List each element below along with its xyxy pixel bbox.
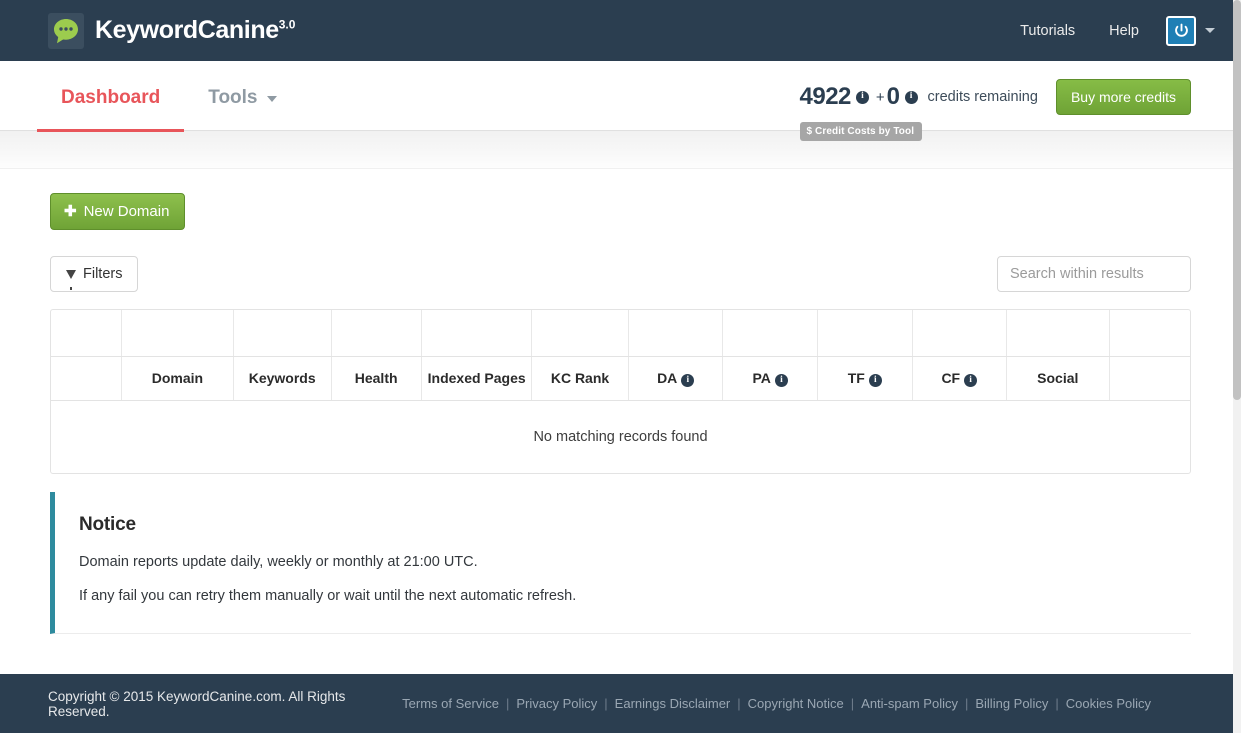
plus-icon: ✚ <box>64 203 77 220</box>
nav-link-help[interactable]: Help <box>1092 13 1156 49</box>
footer-separator: | <box>964 696 969 711</box>
footer-link-terms-of-service[interactable]: Terms of Service <box>402 696 499 711</box>
brand-version: 3.0 <box>278 17 296 32</box>
funnel-icon <box>66 269 76 290</box>
nav-link-tutorials[interactable]: Tutorials <box>1003 13 1092 49</box>
page-scrollbar-thumb[interactable] <box>1233 0 1241 400</box>
notice-line-2: If any fail you can retry them manually … <box>79 587 577 604</box>
footer-link-privacy-policy[interactable]: Privacy Policy <box>516 696 597 711</box>
brand-logo-link[interactable]: KeywordCanine3.0 <box>48 12 295 49</box>
filter-cell[interactable] <box>531 310 629 357</box>
footer-links: Terms of Service | Privacy Policy | Earn… <box>402 696 1221 711</box>
filter-cell[interactable] <box>1006 310 1110 357</box>
column-header-health[interactable]: Health <box>331 356 422 401</box>
column-header-select[interactable] <box>51 356 123 401</box>
no-records-message: No matching records found <box>533 428 708 445</box>
column-header-kc-rank[interactable]: KC Rank <box>531 356 629 401</box>
column-header-pa-label: PA <box>752 369 771 386</box>
filter-cell[interactable] <box>233 310 332 357</box>
filter-cell[interactable] <box>722 310 818 357</box>
info-circle-icon[interactable]: i <box>904 90 918 104</box>
footer-separator: | <box>737 696 741 711</box>
info-circle-icon[interactable]: i <box>774 373 788 387</box>
info-circle-icon[interactable]: i <box>868 373 882 387</box>
footer-link-copyright-notice[interactable]: Copyright Notice <box>748 696 844 711</box>
brand-name-text: KeywordCanine <box>95 16 279 44</box>
account-menu[interactable] <box>1166 15 1221 46</box>
column-header-tf[interactable]: TF i <box>817 356 913 401</box>
domains-table-container: Domain Keywords Health Indexed Pages KC … <box>50 309 1191 474</box>
credits-label: credits remaining <box>927 89 1038 105</box>
top-navigation: Tutorials Help <box>1003 13 1241 49</box>
credits-plus-sign: + <box>875 88 885 106</box>
filter-cell[interactable] <box>1109 310 1190 357</box>
tab-tools-label: Tools <box>208 87 258 108</box>
footer-link-anti-spam-policy[interactable]: Anti-spam Policy <box>861 696 958 711</box>
credits-amount: 4922 <box>799 83 852 110</box>
filter-cell[interactable] <box>331 310 422 357</box>
page-scrollbar-track[interactable] <box>1233 0 1241 733</box>
footer-separator: | <box>604 696 608 711</box>
footer-link-earnings-disclaimer[interactable]: Earnings Disclaimer <box>615 696 731 711</box>
column-header-domain[interactable]: Domain <box>121 356 234 401</box>
column-header-cf-label: CF <box>941 369 961 386</box>
secondary-nav-bar: Dashboard Tools 4922 i + 0 i credits rem… <box>0 61 1241 141</box>
filter-cell[interactable] <box>817 310 913 357</box>
filter-cell[interactable] <box>51 310 123 357</box>
credits-summary: 4922 i + 0 i credits remaining Buy more … <box>800 79 1191 115</box>
power-icon[interactable] <box>1166 15 1196 46</box>
new-domain-button[interactable]: ✚ New Domain <box>50 193 186 230</box>
main-navigation: Dashboard Tools <box>0 61 301 132</box>
table-toolbar: Filters <box>50 256 1191 292</box>
tab-tools[interactable]: Tools <box>184 88 300 131</box>
info-circle-icon[interactable]: i <box>855 90 869 104</box>
column-header-cf[interactable]: CF i <box>912 356 1008 401</box>
filter-cell[interactable] <box>628 310 724 357</box>
footer-link-cookies-policy[interactable]: Cookies Policy <box>1066 696 1151 711</box>
tab-dashboard-label: Dashboard <box>61 87 161 108</box>
table-empty-row: No matching records found <box>51 400 1190 473</box>
credits-panel: 4922 i + 0 i credits remaining Buy more … <box>799 61 1241 141</box>
domains-table: Domain Keywords Health Indexed Pages KC … <box>51 310 1190 473</box>
tab-dashboard[interactable]: Dashboard <box>37 87 185 132</box>
column-header-da[interactable]: DA i <box>628 356 724 401</box>
column-header-da-label: DA <box>657 369 678 386</box>
search-input[interactable] <box>997 256 1191 292</box>
footer-link-billing-policy[interactable]: Billing Policy <box>975 696 1048 711</box>
speech-bubble-dots-icon <box>48 12 84 49</box>
info-circle-icon[interactable]: i <box>681 373 695 387</box>
page-footer: Copyright © 2015 KeywordCanine.com. All … <box>0 674 1241 733</box>
top-header-bar: KeywordCanine3.0 Tutorials Help <box>0 0 1241 61</box>
main-content: ✚ New Domain Filters Search within resul… <box>0 169 1241 668</box>
credit-costs-by-tool-badge[interactable]: $ Credit Costs by Tool <box>799 122 923 141</box>
chevron-down-icon <box>266 96 277 102</box>
filters-button[interactable]: Filters <box>50 256 139 292</box>
credits-bonus-amount: 0 <box>886 83 900 110</box>
column-header-tf-label: TF <box>847 369 865 386</box>
footer-separator: | <box>1055 696 1059 711</box>
column-header-social[interactable]: Social <box>1006 356 1110 401</box>
filter-cell[interactable] <box>421 310 533 357</box>
column-header-actions[interactable] <box>1109 356 1190 401</box>
filters-label: Filters <box>83 266 123 282</box>
notice-panel: Notice Domain reports update daily, week… <box>50 491 1191 635</box>
column-header-indexed-pages[interactable]: Indexed Pages <box>421 356 533 401</box>
footer-separator: | <box>850 696 855 711</box>
buy-more-credits-button[interactable]: Buy more credits <box>1055 79 1191 115</box>
footer-separator: | <box>505 696 510 711</box>
footer-copyright: Copyright © 2015 KeywordCanine.com. All … <box>48 688 346 719</box>
filter-cell[interactable] <box>912 310 1008 357</box>
brand-name: KeywordCanine3.0 <box>95 18 295 43</box>
chevron-down-icon[interactable] <box>1205 28 1215 33</box>
column-header-pa[interactable]: PA i <box>722 356 818 401</box>
filter-cell[interactable] <box>121 310 234 357</box>
notice-line-1: Domain reports update daily, weekly or m… <box>79 553 478 570</box>
info-circle-icon[interactable]: i <box>964 373 978 387</box>
table-filter-row <box>51 310 1190 357</box>
notice-title: Notice <box>79 513 136 535</box>
table-header-row: Domain Keywords Health Indexed Pages KC … <box>51 356 1190 401</box>
column-header-keywords[interactable]: Keywords <box>233 356 332 401</box>
new-domain-label: New Domain <box>83 203 170 220</box>
